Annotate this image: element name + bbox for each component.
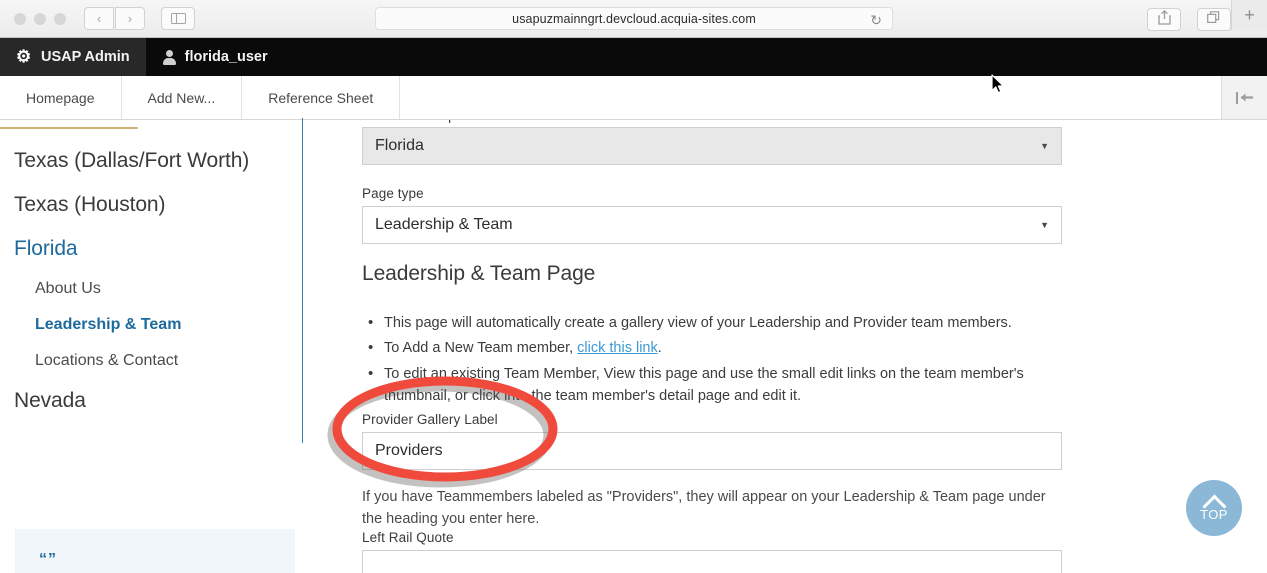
provider-gallery-help-text: If you have Teammembers labeled as "Prov… — [362, 489, 1046, 527]
close-window-button[interactable] — [14, 12, 26, 25]
sidebar-toggle-icon — [170, 13, 186, 24]
chevron-right-icon: › — [127, 11, 133, 26]
back-button[interactable]: ‹ — [84, 7, 114, 30]
location-group-value: Florida — [375, 137, 424, 154]
new-tab-button[interactable]: + — [1231, 0, 1267, 31]
minimize-window-button[interactable] — [34, 12, 46, 25]
add-team-member-link[interactable]: click this link — [577, 340, 658, 356]
section-heading: Leadership & Team Page — [362, 262, 596, 285]
chevron-left-icon: ‹ — [96, 11, 102, 26]
subnav-item-homepage[interactable]: Homepage — [0, 76, 122, 119]
browser-window: ‹ › usapuzmainngrt.devcloud.acquia-sites… — [0, 0, 1267, 573]
admin-site-label: USAP Admin — [41, 49, 130, 65]
sidebar-item-nevada[interactable]: Nevada — [0, 379, 302, 423]
chevron-down-icon: ▼ — [1040, 141, 1049, 151]
site-sidebar: Texas (Dallas/Fort Worth) Texas (Houston… — [0, 121, 302, 573]
location-group-select[interactable]: Florida ▼ — [362, 127, 1062, 165]
toolbar-right-buttons: + — [1131, 0, 1267, 31]
share-button[interactable] — [1147, 7, 1181, 31]
chevron-up-icon — [1203, 494, 1225, 505]
list-item: To edit an existing Team Member, View th… — [362, 362, 1062, 408]
window-traffic-lights — [14, 12, 66, 25]
page-type-value: Leadership & Team — [375, 216, 513, 233]
share-icon — [1157, 9, 1171, 28]
subnav-item-add-new[interactable]: Add New... — [121, 76, 243, 119]
person-icon — [162, 49, 176, 65]
provider-gallery-label-input[interactable]: Providers — [362, 432, 1062, 470]
subnav-spacer — [400, 76, 1221, 119]
chevron-down-icon: ▼ — [1040, 220, 1049, 230]
page-type-select[interactable]: Leadership & Team ▼ — [362, 206, 1062, 244]
address-bar-url: usapuzmainngrt.devcloud.acquia-sites.com — [512, 11, 756, 26]
subnav-collapse-button[interactable] — [1221, 76, 1267, 119]
left-rail-quote-box: “” — [15, 529, 295, 573]
navigation-buttons: ‹ › — [84, 7, 145, 30]
main-content: Location Group Florida ▼ Page type Leade… — [303, 120, 1267, 573]
sidebar-nav-list: Texas (Dallas/Fort Worth) Texas (Houston… — [0, 139, 302, 423]
browser-toolbar: ‹ › usapuzmainngrt.devcloud.acquia-sites… — [0, 0, 1267, 38]
provider-gallery-label-label: Provider Gallery Label — [362, 412, 498, 427]
list-item: To Add a New Team member, click this lin… — [362, 336, 1062, 360]
bullet-text-before: To Add a New Team member, — [384, 340, 578, 357]
sidebar-item-texas-dallas[interactable]: Texas (Dallas/Fort Worth) — [0, 139, 302, 183]
bullet-text-after: . — [657, 340, 662, 357]
show-tabs-icon — [1207, 10, 1221, 28]
maximize-window-button[interactable] — [54, 12, 66, 25]
sidebar-item-about-us[interactable]: About Us — [0, 271, 302, 307]
location-group-label: Location Group — [362, 120, 456, 123]
reload-icon[interactable]: ↻ — [870, 12, 882, 29]
forward-button[interactable]: › — [115, 7, 145, 30]
admin-toolbar: ⚙ USAP Admin florida_user — [0, 38, 1267, 76]
sidebar-top-rule — [0, 127, 138, 129]
left-rail-quote-label: Left Rail Quote — [362, 530, 454, 545]
page-type-label: Page type — [362, 186, 424, 201]
sidebar-item-locations-contact[interactable]: Locations & Contact — [0, 343, 302, 379]
sidebar-item-leadership-team[interactable]: Leadership & Team — [0, 307, 302, 343]
collapse-panel-icon — [1235, 91, 1254, 104]
left-rail-quote-input[interactable] — [362, 550, 1062, 573]
show-tabs-button[interactable] — [1197, 7, 1231, 31]
sidebar-item-florida[interactable]: Florida — [0, 227, 302, 271]
quote-marks-icon: “” — [39, 551, 57, 568]
address-bar[interactable]: usapuzmainngrt.devcloud.acquia-sites.com… — [375, 7, 893, 30]
list-item: This page will automatically create a ga… — [362, 311, 1062, 335]
admin-subnav: Homepage Add New... Reference Sheet — [0, 76, 1267, 120]
new-tab-label: + — [1244, 5, 1255, 25]
sidebar-toggle-button[interactable] — [161, 7, 195, 30]
sidebar-item-texas-houston[interactable]: Texas (Houston) — [0, 183, 302, 227]
admin-user-menu[interactable]: florida_user — [146, 38, 284, 76]
admin-home-link[interactable]: ⚙ USAP Admin — [0, 38, 146, 76]
instructions-list: This page will automatically create a ga… — [362, 311, 1062, 411]
subnav-item-reference-sheet[interactable]: Reference Sheet — [242, 76, 401, 119]
admin-user-label: florida_user — [184, 49, 268, 65]
provider-gallery-label-value: Providers — [375, 442, 443, 459]
back-to-top-button[interactable]: TOP — [1186, 480, 1242, 536]
gear-icon: ⚙ — [16, 47, 32, 66]
